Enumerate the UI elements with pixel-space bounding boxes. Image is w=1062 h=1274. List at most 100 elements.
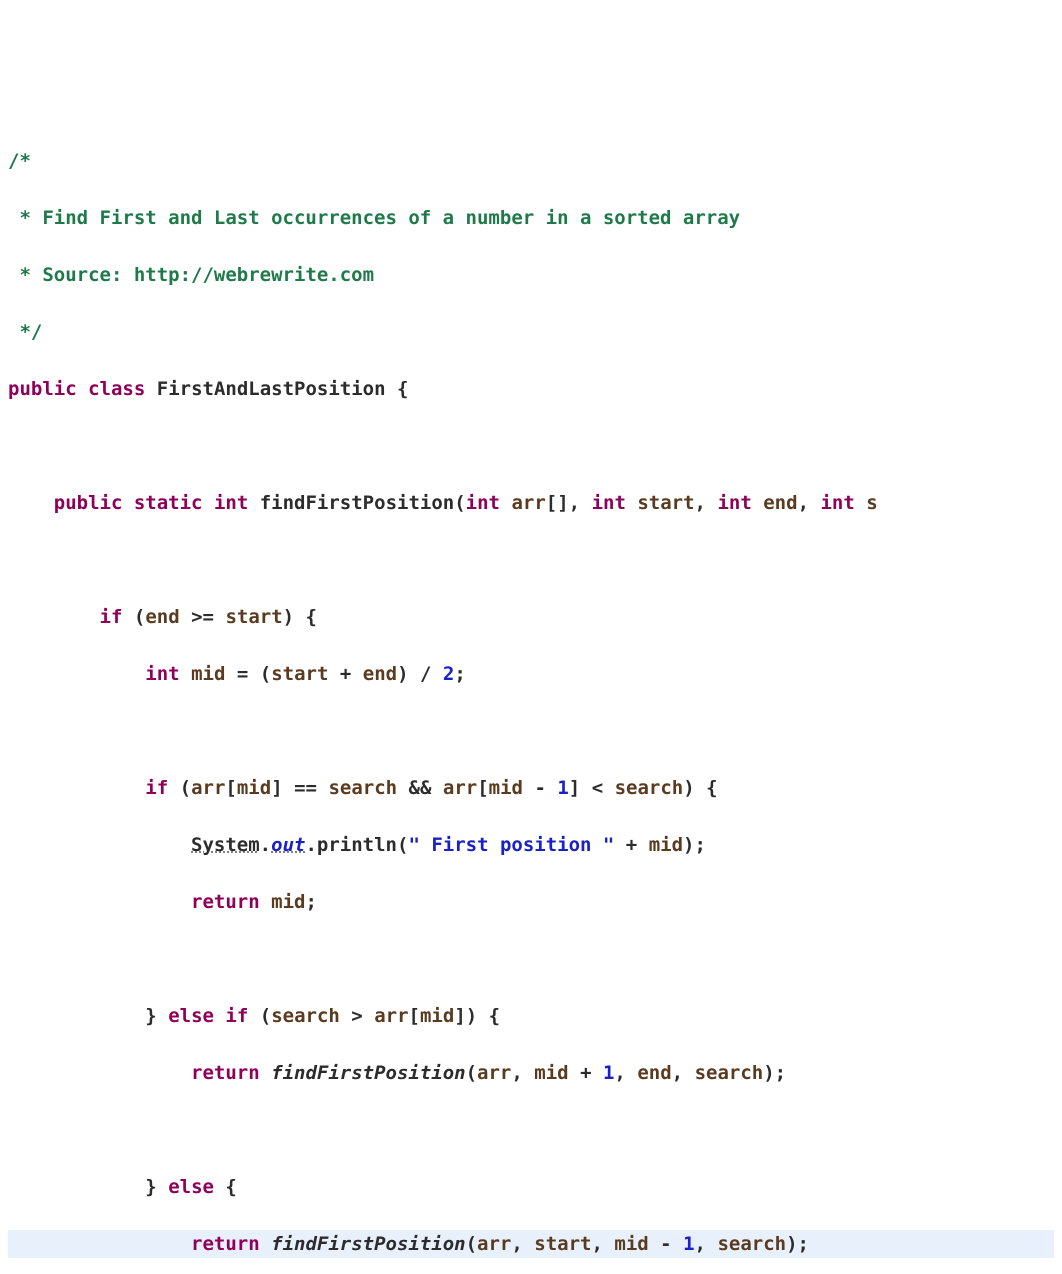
code-line: public static int findFirstPosition(int … <box>8 489 1054 518</box>
var-search: search <box>717 1233 786 1255</box>
var-arr: arr <box>477 1062 511 1084</box>
code-line: } else if (search > arr[mid]) { <box>8 1002 1054 1031</box>
var-mid: mid <box>489 777 523 799</box>
method-name: findFirstPosition <box>260 492 454 514</box>
code-line: return mid; <box>8 888 1054 917</box>
comma: , <box>672 1062 683 1084</box>
paren: ) <box>786 1233 797 1255</box>
paren: ( <box>466 1233 477 1255</box>
brackets: [] <box>546 492 569 514</box>
code-line-highlighted: return findFirstPosition(arr, start, mid… <box>8 1230 1054 1259</box>
code-line: if (arr[mid] == search && arr[mid - 1] <… <box>8 774 1054 803</box>
op-plus: + <box>340 663 351 685</box>
brace: { <box>306 606 317 628</box>
paren: ) <box>683 777 694 799</box>
keyword-static: static <box>134 492 203 514</box>
code-line <box>8 945 1054 974</box>
comment-open: /* <box>8 150 31 172</box>
number-1: 1 <box>557 777 568 799</box>
var-arr: arr <box>443 777 477 799</box>
var-end: end <box>363 663 397 685</box>
paren: ( <box>397 834 408 856</box>
number-2: 2 <box>443 663 454 685</box>
paren: ( <box>466 1062 477 1084</box>
var-arr: arr <box>191 777 225 799</box>
code-line <box>8 1116 1054 1145</box>
keyword-return: return <box>191 1233 260 1255</box>
paren: ( <box>260 1005 271 1027</box>
var-search: search <box>328 777 397 799</box>
keyword-public: public <box>54 492 123 514</box>
paren: ( <box>454 492 465 514</box>
var-arr: arr <box>374 1005 408 1027</box>
op-eqeq: == <box>294 777 317 799</box>
comment-close: */ <box>8 321 42 343</box>
semicolon: ; <box>305 891 316 913</box>
var-search: search <box>695 1062 764 1084</box>
method-call: findFirstPosition <box>271 1233 465 1255</box>
var-mid: mid <box>614 1233 648 1255</box>
op-minus: - <box>534 777 545 799</box>
brace: { <box>397 378 408 400</box>
keyword-return: return <box>191 1062 260 1084</box>
code-line <box>8 717 1054 746</box>
var-mid: mid <box>649 834 683 856</box>
op-lt: < <box>592 777 603 799</box>
paren: ) <box>283 606 294 628</box>
var-arr: arr <box>477 1233 511 1255</box>
bracket: ] <box>454 1005 465 1027</box>
brace: } <box>145 1176 156 1198</box>
comma: , <box>695 492 706 514</box>
comment-text: * Find First and Last occurrences of a n… <box>8 207 740 229</box>
type-int: int <box>717 492 751 514</box>
dot: . <box>260 834 271 856</box>
param-arr: arr <box>511 492 545 514</box>
number-1: 1 <box>603 1062 614 1084</box>
op-gt: > <box>351 1005 362 1027</box>
class-name: FirstAndLastPosition <box>157 378 386 400</box>
comma: , <box>511 1062 522 1084</box>
comma: , <box>511 1233 522 1255</box>
keyword-else: else <box>168 1005 214 1027</box>
keyword-return: return <box>191 891 260 913</box>
type-int: int <box>820 492 854 514</box>
var-end: end <box>637 1062 671 1084</box>
var-mid: mid <box>420 1005 454 1027</box>
code-line: */ <box>8 318 1054 347</box>
keyword-class: class <box>88 378 145 400</box>
paren: ) <box>466 1005 477 1027</box>
paren: ( <box>134 606 145 628</box>
code-line: * Source: http://webrewrite.com <box>8 261 1054 290</box>
comma: , <box>591 1233 602 1255</box>
keyword-if: if <box>225 1005 248 1027</box>
code-line: System.out.println(" First position " + … <box>8 831 1054 860</box>
bracket: ] <box>569 777 580 799</box>
comma: , <box>695 1233 706 1255</box>
keyword-if: if <box>100 606 123 628</box>
var-mid: mid <box>237 777 271 799</box>
paren: ) <box>397 663 408 685</box>
comma: , <box>798 492 809 514</box>
code-line <box>8 546 1054 575</box>
op-plus: + <box>626 834 637 856</box>
op-eq: = <box>237 663 248 685</box>
op-plus: + <box>580 1062 591 1084</box>
brace: { <box>225 1176 236 1198</box>
comma: , <box>569 492 580 514</box>
semicolon: ; <box>694 834 705 856</box>
type-int: int <box>214 492 248 514</box>
type-int: int <box>466 492 500 514</box>
code-line: } else { <box>8 1173 1054 1202</box>
var-end: end <box>145 606 179 628</box>
code-line: * Find First and Last occurrences of a n… <box>8 204 1054 233</box>
semicolon: ; <box>775 1062 786 1084</box>
brace: { <box>489 1005 500 1027</box>
paren: ) <box>683 834 694 856</box>
var-search: search <box>271 1005 340 1027</box>
keyword-public: public <box>8 378 77 400</box>
bracket: ] <box>271 777 282 799</box>
var-start: start <box>534 1233 591 1255</box>
var-mid: mid <box>534 1062 568 1084</box>
method-println: println <box>317 834 397 856</box>
string-literal: " First position " <box>408 834 614 856</box>
